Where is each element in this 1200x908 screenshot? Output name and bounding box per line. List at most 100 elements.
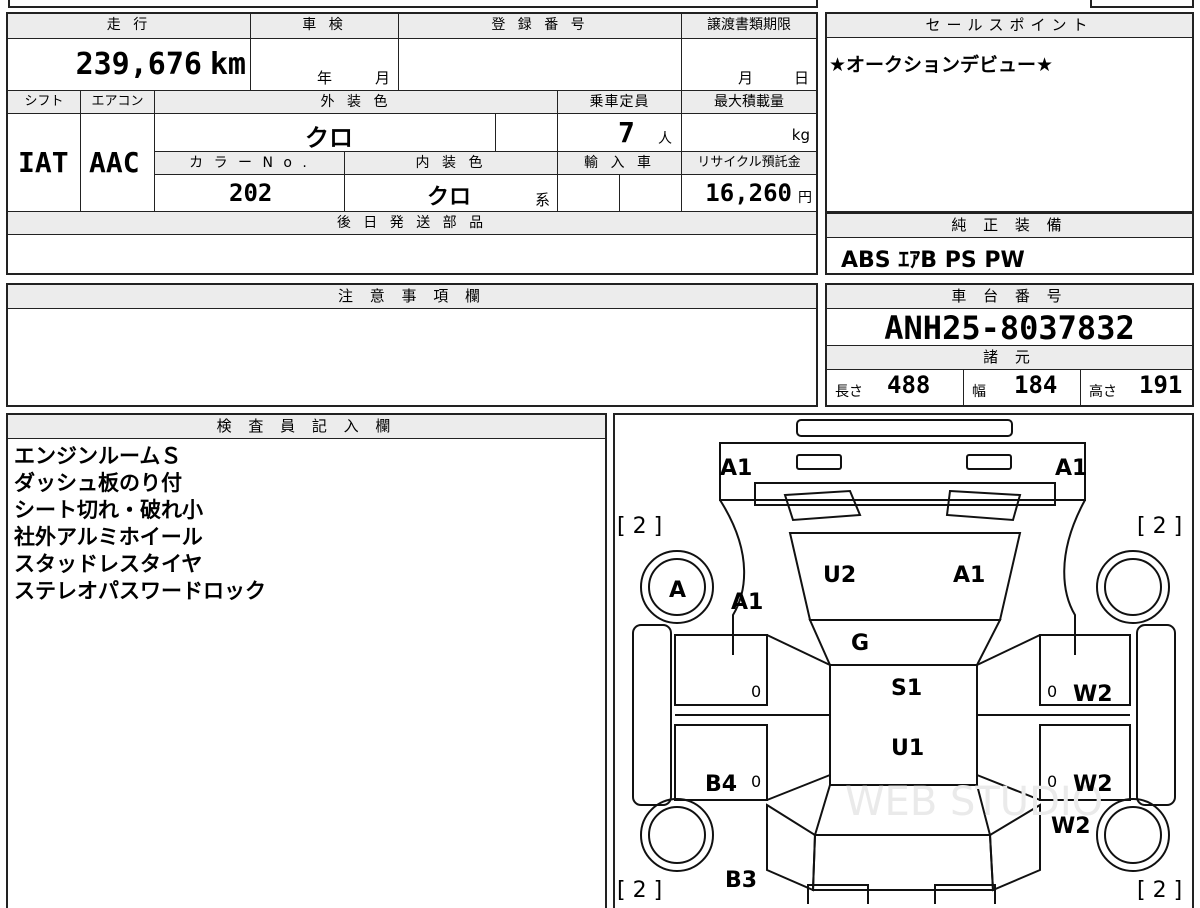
wheel-rear-left: [640, 798, 714, 872]
color-no-cell: 202: [155, 175, 345, 212]
shift-cell: IAT: [8, 114, 81, 212]
capacity-value: 7: [618, 116, 635, 149]
inspector-line: ダッシュ板のり付: [14, 471, 182, 495]
import-label: 輸 入 車: [558, 152, 682, 175]
dash-panel: [808, 619, 1002, 666]
mileage-label: 走 行: [8, 14, 251, 39]
import-cell-b: [620, 175, 682, 212]
mileage-cell: 239,676 km: [8, 39, 251, 91]
sales-points-text: ★オークションデビュー★: [829, 54, 1054, 76]
mark-rear-right-fender: W2: [1051, 814, 1091, 839]
shift-value: IAT: [18, 146, 69, 179]
registration-label: 登 録 番 号: [399, 14, 682, 39]
spec-length-cell: 長さ 488: [827, 369, 964, 405]
inspection-label: 車 検: [251, 14, 399, 39]
later-parts-label: 後 日 発 送 部 品: [8, 212, 816, 235]
mark-roof-rear: U1: [891, 736, 924, 761]
mark-door-right-front-count: 0: [1047, 682, 1057, 701]
interior-color-cell: クロ 系: [345, 175, 558, 212]
mark-windshield-left: U2: [823, 563, 856, 588]
mark-door-right-rear-count: 0: [1047, 772, 1057, 791]
max-load-unit: kg: [791, 126, 810, 144]
top-strip-right: [1090, 0, 1194, 8]
car-diagram: WEB STUDIO A1 A1 [ 2 ] [ 2 ] [ 2 ] [ 2 ]…: [617, 419, 1182, 904]
sales-points-label: セールスポイント: [827, 14, 1192, 38]
wheel-front-right: [1096, 550, 1170, 624]
mark-rear-left: B3: [725, 868, 757, 893]
mark-front-left-corner: A1: [720, 456, 752, 481]
mark-bracket-left-bottom: [ 2 ]: [617, 878, 662, 903]
mileage-value: 239,676: [75, 47, 202, 82]
rear-bumper-right: [934, 884, 996, 904]
color-no-value: 202: [229, 179, 273, 207]
transfer-deadline-label: 譲渡書類期限: [682, 14, 816, 39]
spec-length-value: 488: [887, 371, 931, 399]
inspector-line: 社外アルミホイール: [14, 525, 203, 549]
exterior-color-cell: クロ: [155, 114, 496, 152]
exterior-color-value: クロ: [305, 124, 353, 152]
interior-color-suffix: 系: [535, 191, 551, 209]
capacity-cell: 7 人: [558, 114, 682, 152]
mark-bracket-left-top: [ 2 ]: [617, 514, 662, 539]
max-load-label: 最大積載量: [682, 91, 816, 114]
recycle-fee-value: 16,260: [705, 179, 792, 207]
mark-door-left-front-count: 0: [751, 682, 761, 701]
skirt-left: [632, 624, 672, 806]
front-bumper: [796, 419, 1013, 437]
later-parts-cell: [8, 235, 816, 273]
rear-panel-left: [766, 803, 817, 892]
inspector-panel: 検 査 員 記 入 欄 エンジンルームＳ ダッシュ板のり付 シート切れ・破れ小 …: [6, 413, 607, 908]
inspector-line: ステレオパスワードロック: [14, 579, 266, 603]
aircon-label: エアコン: [81, 91, 155, 114]
sales-points-panel: セールスポイント ★オークションデビュー★: [825, 12, 1194, 213]
mark-bracket-right-top: [ 2 ]: [1137, 514, 1182, 539]
inspection-year-unit: 年: [317, 69, 333, 87]
skirt-right: [1136, 624, 1176, 806]
chassis-number: ANH25-8037832: [884, 309, 1135, 347]
color-no-label: カ ラ ー N o .: [155, 152, 345, 175]
headlight-left: [796, 454, 842, 470]
inspection-month-unit: 月: [375, 69, 391, 87]
max-load-cell: kg: [682, 114, 816, 152]
mileage-unit: km: [209, 47, 246, 82]
inspector-label: 検 査 員 記 入 欄: [8, 415, 605, 439]
chassis-panel: 車 台 番 号 ANH25-8037832 諸 元 長さ 488 幅 184 高…: [825, 283, 1194, 407]
standard-equipment-panel: 純 正 装 備 ABS ｴｱB PS PW: [825, 212, 1194, 275]
spec-width-label: 幅: [972, 384, 986, 400]
notes-label: 注 意 事 項 欄: [8, 285, 816, 309]
interior-color-value: クロ: [427, 185, 472, 210]
deadline-month-unit: 月: [738, 69, 754, 87]
standard-equipment-text: ABS ｴｱB PS PW: [841, 248, 1025, 273]
exterior-color-label: 外 装 色: [155, 91, 558, 114]
rear-bumper-left: [807, 884, 869, 904]
top-strip: [8, 0, 818, 8]
headlight-right: [966, 454, 1012, 470]
registration-value-cell: [399, 39, 682, 91]
vehicle-info-panel: 走 行 車 検 登 録 番 号 譲渡書類期限 239,676 km 年 月 月 …: [6, 12, 818, 275]
mark-door-right-rear: W2: [1073, 772, 1113, 797]
inspector-line: エンジンルームＳ: [14, 444, 182, 468]
hood-outline: [719, 442, 1086, 501]
recycle-cell: 16,260 円: [682, 175, 816, 212]
aircon-value: AAC: [89, 146, 140, 179]
notes-panel: 注 意 事 項 欄: [6, 283, 818, 407]
tailgate: [811, 834, 995, 891]
interior-color-label: 内 装 色: [345, 152, 558, 175]
mark-dash: G: [851, 631, 869, 656]
capacity-unit: 人: [658, 131, 672, 147]
body-left-front: [719, 499, 746, 655]
spec-height-cell: 高さ 191: [1081, 369, 1192, 405]
inspector-lines: エンジンルームＳ ダッシュ板のり付 シート切れ・破れ小 社外アルミホイール スタ…: [14, 443, 266, 605]
spec-width-cell: 幅 184: [964, 369, 1081, 405]
mark-front-right-corner: A1: [1055, 456, 1087, 481]
import-cell-a: [558, 175, 620, 212]
body-right-front: [1063, 499, 1086, 655]
mark-roof-front: S1: [891, 676, 922, 701]
mark-wheel-front-left: A: [669, 578, 686, 603]
spec-length-label: 長さ: [835, 384, 863, 400]
aircon-cell: AAC: [81, 114, 155, 212]
standard-equipment-label: 純 正 装 備: [827, 214, 1192, 238]
shift-label: シフト: [8, 91, 81, 114]
exterior-color-sub-cell: [496, 114, 558, 152]
mark-door-right-front: W2: [1073, 682, 1113, 707]
